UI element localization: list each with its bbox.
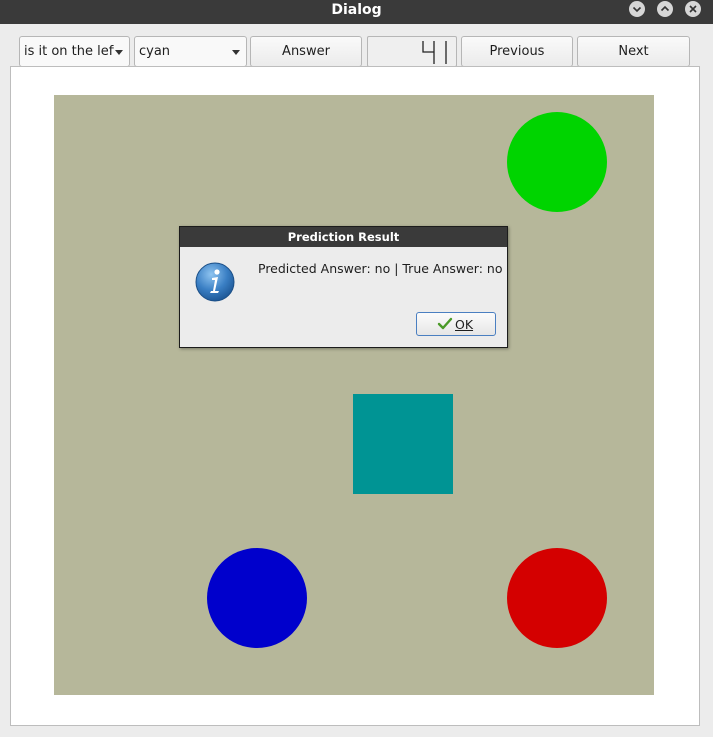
chevron-down-icon	[115, 50, 123, 55]
color-select[interactable]: cyan	[134, 36, 247, 67]
previous-button[interactable]: Previous	[461, 36, 573, 67]
information-icon	[194, 261, 236, 303]
maximize-icon[interactable]	[657, 1, 673, 17]
red-circle	[507, 548, 607, 648]
next-button[interactable]: Next	[577, 36, 690, 67]
title-bar: Dialog	[0, 0, 713, 24]
color-select-value: cyan	[139, 44, 171, 59]
question-select[interactable]: is it on the left	[19, 36, 130, 67]
chevron-down-icon	[232, 50, 240, 55]
blue-circle	[207, 548, 307, 648]
scene-image	[54, 95, 654, 695]
counter-digits	[422, 41, 447, 64]
teal-square	[353, 394, 453, 494]
green-circle	[507, 112, 607, 212]
question-select-value: is it on the left	[24, 44, 114, 59]
dialog-message: Predicted Answer: no | True Answer: no	[258, 261, 503, 276]
minimize-icon[interactable]	[629, 1, 645, 17]
answer-button[interactable]: Answer	[250, 36, 362, 67]
ok-button[interactable]: OK	[416, 312, 496, 336]
window-title: Dialog	[331, 2, 382, 18]
close-icon[interactable]	[685, 1, 701, 17]
dialog-title: Prediction Result	[180, 227, 507, 247]
counter-display: 41	[367, 36, 457, 67]
checkmark-icon	[437, 317, 453, 330]
prediction-result-dialog: Prediction Result Predicted Answer: no |…	[179, 226, 508, 348]
ok-label: OK	[455, 317, 474, 332]
